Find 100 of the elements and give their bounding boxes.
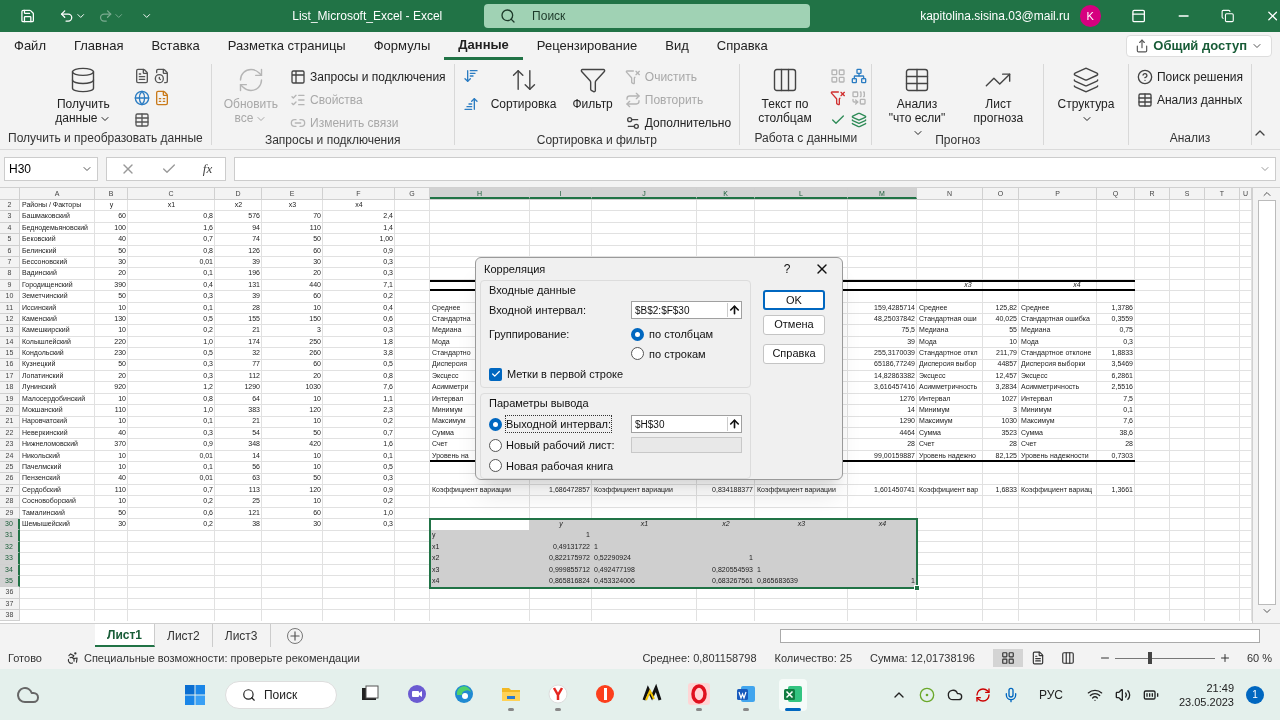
ribbon-button[interactable]: Лист прогноза: [961, 64, 1036, 125]
ribbon-button[interactable]: Поиск решения: [1136, 68, 1243, 86]
clock-time[interactable]: 21:49: [1206, 680, 1234, 695]
sort-ascending-icon[interactable]: [462, 68, 479, 84]
radio-button[interactable]: [489, 459, 502, 473]
ribbon-button[interactable]: Сортировка: [486, 64, 561, 111]
ribbon-tab[interactable]: Вид: [651, 32, 703, 60]
insert-function-button[interactable]: fx: [202, 158, 213, 179]
data-model-icon[interactable]: [850, 112, 867, 128]
taskbar-search[interactable]: Поиск: [224, 680, 337, 709]
ribbon-button[interactable]: Получить данные: [40, 64, 127, 125]
help-button[interactable]: ?: [772, 259, 802, 278]
ribbon-tab[interactable]: Файл: [0, 32, 60, 60]
accessibility-status[interactable]: Специальные возможности: проверьте рекомендации: [83, 649, 360, 667]
status-stat: Среднее: 0,801158798: [642, 650, 757, 666]
formula-input[interactable]: [234, 156, 1276, 181]
browser-icon[interactable]: [593, 682, 616, 705]
running-indicator: [507, 707, 514, 711]
dialog-button[interactable]: Отмена: [763, 314, 825, 335]
checkbox[interactable]: [489, 367, 502, 381]
remove-duplicates-icon[interactable]: [829, 90, 846, 106]
browser-icon[interactable]: [546, 682, 569, 705]
zoom-in-icon[interactable]: [1218, 652, 1231, 664]
ribbon-tab[interactable]: Разметка страницы: [213, 32, 360, 60]
ribbon-tab[interactable]: Справка: [702, 32, 782, 60]
table-icon[interactable]: [134, 112, 151, 128]
sync-icon[interactable]: [974, 686, 991, 703]
start-icon[interactable]: [183, 683, 206, 706]
grid-icon: [1000, 651, 1015, 665]
file-icon[interactable]: [154, 90, 171, 106]
radio-label[interactable]: Новая рабочая книга: [506, 457, 614, 474]
share-button[interactable]: Общий доступ: [1126, 35, 1272, 57]
save-icon[interactable]: [20, 8, 36, 24]
ribbon-button[interactable]: Дополнительно: [624, 114, 732, 132]
group-label: Прогноз: [934, 133, 982, 147]
undo-icon[interactable]: [59, 8, 75, 24]
running-indicator: [784, 707, 801, 711]
scroll-thumb[interactable]: [1257, 200, 1276, 605]
ribbon-tab[interactable]: Вставка: [137, 32, 214, 60]
globe-icon[interactable]: [134, 90, 151, 106]
ribbon-button[interactable]: Фильтр: [568, 64, 617, 111]
dialog-title: Корреляция: [484, 261, 547, 277]
vertical-scrollbar[interactable]: [1252, 188, 1280, 623]
solver-icon: [1136, 69, 1153, 85]
dialog-button[interactable]: OK: [763, 289, 825, 310]
avatar[interactable]: K: [1079, 5, 1101, 27]
chat-icon[interactable]: [405, 682, 428, 705]
group-label: Запросы и подключения: [263, 133, 402, 147]
notification-badge[interactable]: 1: [1246, 685, 1264, 704]
sort-descending-icon[interactable]: [462, 96, 479, 112]
zoom-level[interactable]: 60 %: [1246, 649, 1272, 667]
radio-button[interactable]: [489, 438, 502, 452]
accessibility-icon[interactable]: [65, 651, 80, 665]
search-field[interactable]: Поиск: [484, 4, 811, 28]
collapse-dialog-icon[interactable]: [727, 417, 741, 431]
name-box[interactable]: H30: [4, 156, 98, 181]
page-icon: [1030, 651, 1045, 665]
relationships-icon[interactable]: [850, 68, 867, 84]
clock-date[interactable]: 23.05.2023: [1178, 694, 1234, 709]
restore-icon[interactable]: [1221, 9, 1235, 23]
ribbon-button[interactable]: Текст по столбцам: [748, 64, 822, 125]
radio-button[interactable]: [631, 327, 644, 341]
file-clock-icon[interactable]: [154, 68, 171, 84]
browser-icon[interactable]: [452, 682, 475, 705]
radio-button[interactable]: [631, 347, 644, 361]
ribbon-button[interactable]: Запросы и подключения: [290, 68, 446, 86]
group-label: Сортировка и фильтр: [535, 133, 659, 147]
radio-label[interactable]: по столбцам: [649, 326, 714, 343]
ribbon-display-icon[interactable]: [1130, 8, 1147, 24]
ribbon-button[interactable]: Анализ данных: [1136, 91, 1243, 109]
ribbon-tab[interactable]: Рецензирование: [522, 32, 652, 60]
ribbon-tab[interactable]: Главная: [59, 32, 138, 60]
columns-icon: [1060, 651, 1075, 665]
volume-icon[interactable]: [1114, 686, 1131, 703]
search-icon: [241, 687, 256, 702]
browser-icon[interactable]: [687, 682, 710, 705]
range-field[interactable]: $B$2:$F$30: [631, 301, 742, 319]
field-label: Группирование:: [489, 327, 571, 342]
window-title: List_Microsoft_Excel - Excel: [292, 8, 444, 25]
output-field[interactable]: $H$30: [631, 415, 742, 433]
search-icon: [500, 8, 517, 24]
table-icon: [1136, 92, 1153, 108]
running-indicator: [695, 707, 702, 711]
horizontal-scrollbar[interactable]: [780, 628, 1260, 643]
view-button[interactable]: [992, 649, 1023, 667]
sheet-tab[interactable]: Лист1: [95, 624, 156, 647]
radio-label[interactable]: по строкам: [649, 345, 706, 362]
radio-button[interactable]: [489, 417, 502, 431]
ribbon-button[interactable]: Структура: [1052, 64, 1120, 125]
language-indicator[interactable]: РУС: [1038, 685, 1063, 704]
dialog-button[interactable]: Справка: [763, 343, 825, 364]
radio-label[interactable]: Новый рабочий лист:: [506, 437, 615, 454]
checkbox-label[interactable]: Метки в первой строке: [507, 366, 624, 383]
zoom-thumb[interactable]: [1147, 651, 1152, 664]
file-icon[interactable]: [134, 68, 151, 84]
running-indicator: [554, 707, 561, 711]
radio-label[interactable]: Выходной интервал:: [506, 415, 611, 433]
repeat-icon: [624, 92, 641, 108]
ribbon-tab[interactable]: Формулы: [359, 32, 445, 60]
collapse-dialog-icon[interactable]: [727, 303, 741, 317]
